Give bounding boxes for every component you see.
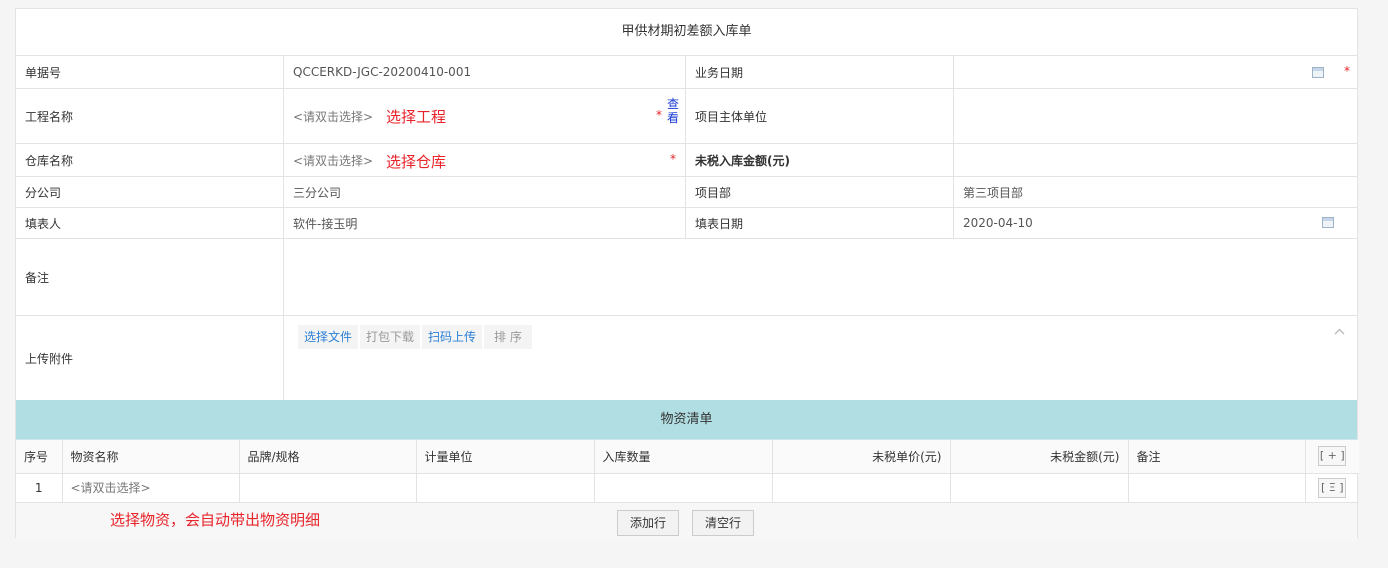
fill-date-label: 填表日期 xyxy=(686,208,954,238)
calendar-icon[interactable] xyxy=(1312,67,1324,78)
materials-footer: 选择物资，会自动带出物资明细 添加行 清空行 xyxy=(16,502,1357,541)
branch-value: 三分公司 xyxy=(284,177,686,207)
warehouse-label: 仓库名称 xyxy=(16,144,284,176)
project-owner-value xyxy=(954,89,1357,143)
table-row: 1 <请双击选择> [ Ξ ] xyxy=(16,473,1359,503)
required-mark: * xyxy=(670,152,676,166)
col-header-remark: 备注 xyxy=(1128,440,1306,474)
fill-date-field[interactable]: 2020-04-10 xyxy=(954,208,1357,238)
materials-header-row: 序号 物资名称 品牌/规格 计量单位 入库数量 未税单价(元) 未税金额(元) … xyxy=(16,440,1359,474)
row-menu-cell: [ Ξ ] xyxy=(1305,473,1359,503)
row-filler: 填表人 软件-接玉明 填表日期 2020-04-10 xyxy=(16,208,1357,239)
material-hint: 选择物资，会自动带出物资明细 xyxy=(110,510,321,529)
attach-label: 上传附件 xyxy=(16,316,284,400)
project-field[interactable]: <请双击选择> 选择工程 * 查 看 xyxy=(284,89,686,143)
col-header-index: 序号 xyxy=(16,440,63,474)
biz-date-label: 业务日期 xyxy=(686,56,954,88)
form-title: 甲供材期初差额入库单 xyxy=(16,9,1357,56)
warehouse-hint: 选择仓库 xyxy=(386,153,447,171)
col-header-unit-price: 未税单价(元) xyxy=(772,440,951,474)
fill-date-value: 2020-04-10 xyxy=(963,216,1033,230)
add-row-button[interactable]: 添加行 xyxy=(617,509,680,536)
view-link-char-1: 查 xyxy=(666,97,679,111)
material-price-cell[interactable] xyxy=(772,473,951,503)
row-branch: 分公司 三分公司 项目部 第三项目部 xyxy=(16,177,1357,208)
filler-label: 填表人 xyxy=(16,208,284,238)
form-sheet: 甲供材期初差额入库单 单据号 QCCERKD-JGC-20200410-001 … xyxy=(15,8,1359,541)
untaxed-amount-label: 未税入库金额(元) xyxy=(686,144,954,176)
project-placeholder: <请双击选择> xyxy=(293,109,374,124)
add-column-button[interactable]: [ + ] xyxy=(1318,446,1347,467)
project-owner-label: 项目主体单位 xyxy=(686,89,954,143)
row-doc-no: 单据号 QCCERKD-JGC-20200410-001 业务日期 * xyxy=(16,56,1357,89)
col-header-qty: 入库数量 xyxy=(594,440,773,474)
remark-label: 备注 xyxy=(16,239,284,315)
material-remark-cell[interactable] xyxy=(1128,473,1306,503)
material-amount-cell[interactable] xyxy=(950,473,1129,503)
project-label: 工程名称 xyxy=(16,89,284,143)
doc-no-label: 单据号 xyxy=(16,56,284,88)
project-view-link[interactable]: 查 看 xyxy=(666,97,680,125)
clear-rows-button[interactable]: 清空行 xyxy=(692,509,755,536)
project-hint: 选择工程 xyxy=(386,108,447,126)
material-name-cell[interactable]: <请双击选择> xyxy=(62,473,240,503)
material-spec-cell[interactable] xyxy=(239,473,417,503)
chevron-up-icon[interactable] xyxy=(1334,324,1345,338)
row-attachments: 上传附件 选择文件 打包下载 扫码上传 排 序 xyxy=(16,316,1357,400)
warehouse-placeholder: <请双击选择> xyxy=(293,153,374,168)
biz-date-field[interactable]: * xyxy=(954,56,1357,88)
col-header-unit: 计量单位 xyxy=(416,440,595,474)
col-header-name: 物资名称 xyxy=(62,440,240,474)
filler-value: 软件-接玉明 xyxy=(284,208,686,238)
row-remark: 备注 xyxy=(16,239,1357,316)
material-unit-cell[interactable] xyxy=(416,473,595,503)
col-header-amount: 未税金额(元) xyxy=(950,440,1129,474)
row-warehouse: 仓库名称 <请双击选择> 选择仓库 * 未税入库金额(元) xyxy=(16,144,1357,177)
calendar-icon[interactable] xyxy=(1322,217,1334,228)
branch-label: 分公司 xyxy=(16,177,284,207)
attach-area: 选择文件 打包下载 扫码上传 排 序 xyxy=(284,316,1357,400)
row-index: 1 xyxy=(16,473,63,503)
material-qty-cell[interactable] xyxy=(594,473,773,503)
untaxed-amount-value xyxy=(954,144,1357,176)
doc-no-value: QCCERKD-JGC-20200410-001 xyxy=(284,56,686,88)
col-header-spec: 品牌/规格 xyxy=(239,440,417,474)
required-mark: * xyxy=(1344,64,1350,78)
materials-table: 序号 物资名称 品牌/规格 计量单位 入库数量 未税单价(元) 未税金额(元) … xyxy=(16,440,1359,503)
row-project: 工程名称 <请双击选择> 选择工程 * 查 看 项目主体单位 xyxy=(16,89,1357,144)
add-column-cell: [ + ] xyxy=(1305,440,1359,474)
scan-upload-button[interactable]: 扫码上传 xyxy=(422,325,483,349)
view-link-char-2: 看 xyxy=(666,111,679,125)
warehouse-field[interactable]: <请双击选择> 选择仓库 * xyxy=(284,144,686,176)
select-file-button[interactable]: 选择文件 xyxy=(298,325,359,349)
sort-button[interactable]: 排 序 xyxy=(484,325,532,349)
materials-section-title: 物资清单 xyxy=(16,400,1357,440)
required-mark: * xyxy=(656,108,662,122)
pack-download-button[interactable]: 打包下载 xyxy=(360,325,421,349)
row-menu-button[interactable]: [ Ξ ] xyxy=(1318,477,1347,498)
dept-value: 第三项目部 xyxy=(963,185,1024,200)
dept-label: 项目部 xyxy=(686,177,954,207)
remark-input[interactable] xyxy=(284,239,1357,315)
